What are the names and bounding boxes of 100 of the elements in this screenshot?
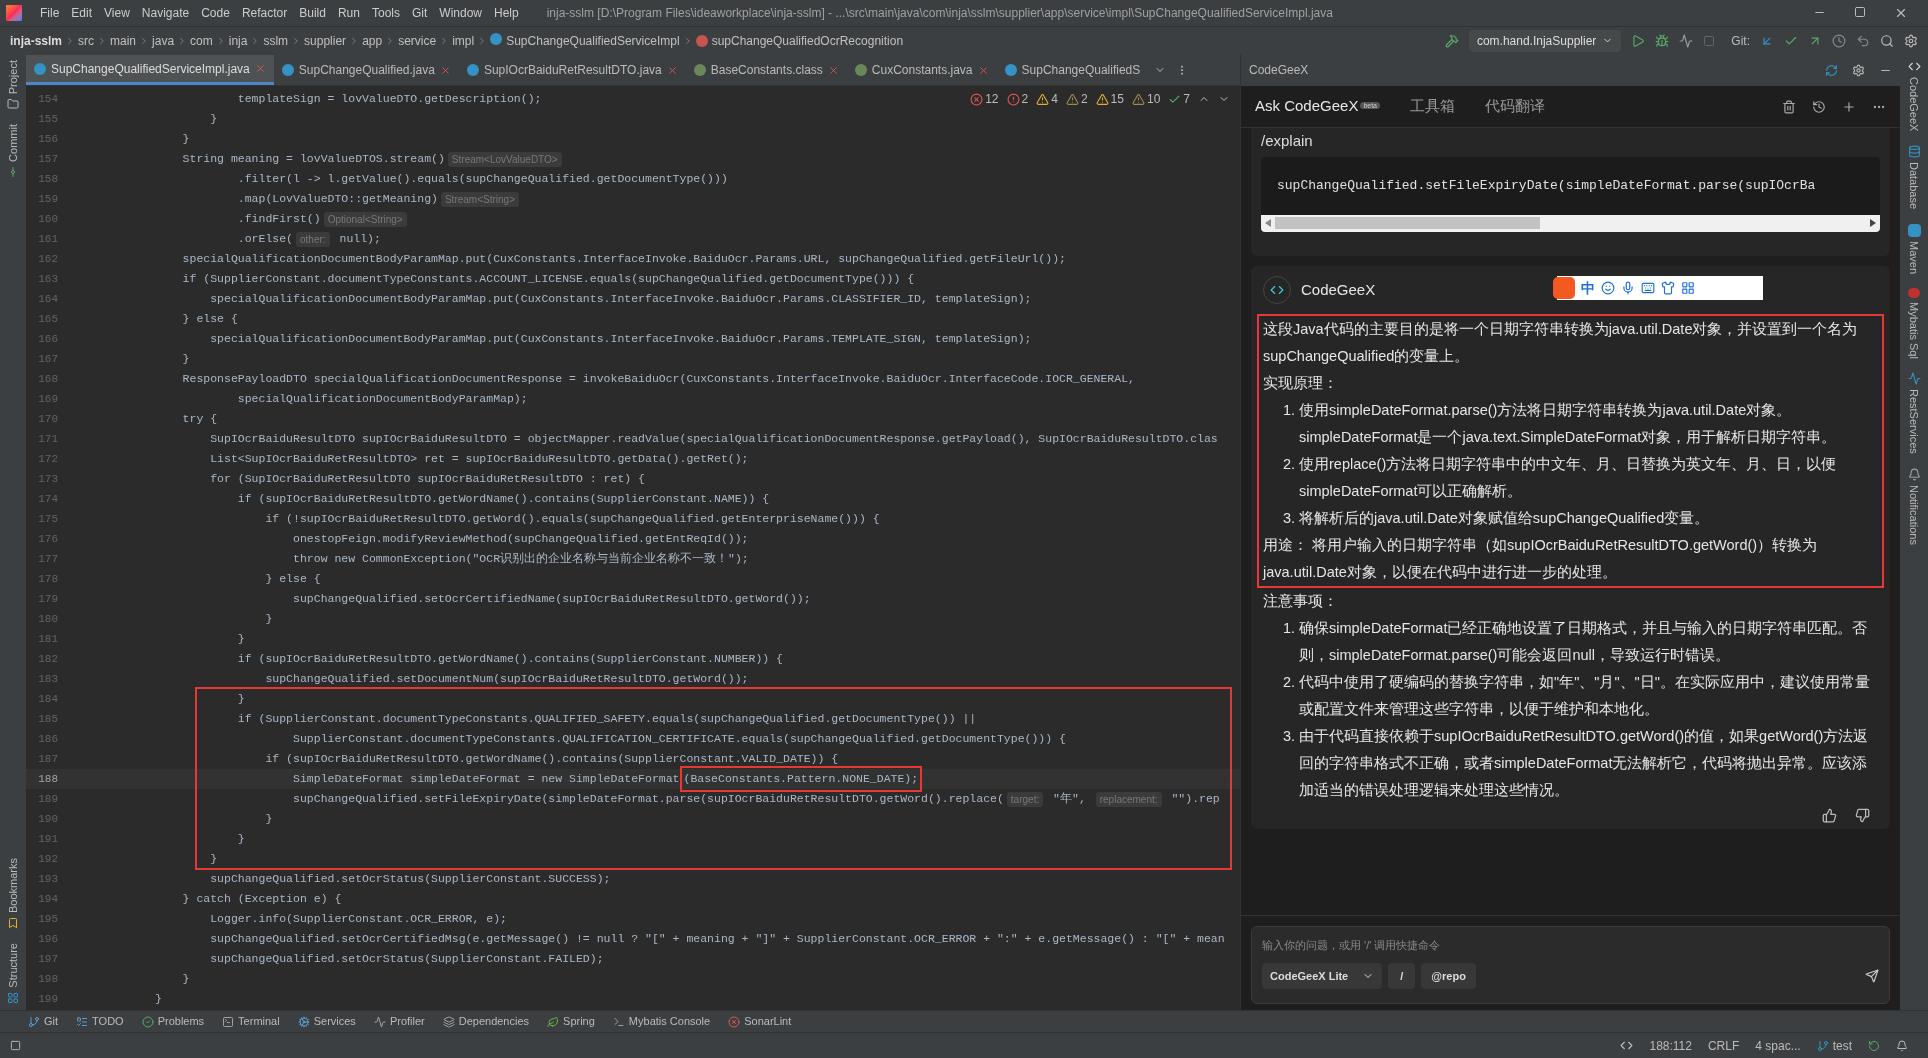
question-field[interactable]: 输入你的问题，或用 '/' 调用快捷命令 <box>1262 935 1879 955</box>
tool-window-tab[interactable]: Notifications <box>1905 485 1923 546</box>
breadcrumb-item[interactable]: main <box>110 31 137 50</box>
caret-position[interactable]: 188:112 <box>1649 1036 1692 1055</box>
history-icon[interactable] <box>1812 99 1826 114</box>
breadcrumb-item[interactable]: sslm <box>263 31 289 50</box>
chat-input[interactable]: 输入你的问题，或用 '/' 调用快捷命令 CodeGeeX Lite / @repo <box>1251 926 1890 1004</box>
code-icon[interactable] <box>1620 1039 1634 1052</box>
menu-item[interactable]: Window <box>433 4 488 22</box>
breadcrumb-item[interactable]: com <box>190 31 213 50</box>
hammer-icon[interactable] <box>1444 33 1459 48</box>
menu-item[interactable]: Run <box>331 4 366 22</box>
menu-item[interactable]: Code <box>195 4 236 22</box>
delete-icon[interactable] <box>1782 99 1796 114</box>
rollback-icon[interactable] <box>1856 33 1870 48</box>
editor-tab[interactable]: SupChangeQualifiedServiceImpl.java <box>26 55 274 85</box>
inspection-count[interactable]: 7 <box>1183 90 1190 108</box>
assistant-tab[interactable]: 代码翻译 <box>1485 95 1545 118</box>
breadcrumb-item[interactable]: src <box>78 31 95 50</box>
inspection-count[interactable]: 12 <box>985 90 999 108</box>
breadcrumb-item[interactable]: app <box>362 31 383 50</box>
tool-window-tab[interactable]: Structure <box>4 943 22 988</box>
breadcrumb-item[interactable]: java <box>152 31 175 50</box>
menu-item[interactable]: View <box>98 4 136 22</box>
menu-item[interactable]: Build <box>293 4 332 22</box>
close-icon[interactable] <box>827 64 839 76</box>
editor-tab[interactable]: SupIOcrBaiduRetResultDTO.java <box>458 55 686 85</box>
menu-item[interactable]: Tools <box>365 4 406 22</box>
breadcrumb-item[interactable]: impl <box>452 31 475 50</box>
inspection-count[interactable]: 4 <box>1051 90 1058 108</box>
close-icon[interactable] <box>977 64 989 76</box>
tool-window-button[interactable]: Terminal <box>238 1013 280 1030</box>
search-icon[interactable] <box>1880 33 1894 48</box>
editor-tab[interactable]: SupChangeQualified.java <box>273 55 459 85</box>
editor-tab[interactable]: SupChangeQualifiedS <box>996 55 1149 85</box>
tool-window-button[interactable]: Services <box>313 1013 356 1030</box>
editor-tab[interactable]: BaseConstants.class <box>685 55 847 85</box>
git-branch[interactable]: test <box>1832 1036 1852 1055</box>
debug-icon[interactable] <box>1655 33 1670 48</box>
tool-window-button[interactable]: Git <box>44 1013 59 1030</box>
menu-item[interactable]: Help <box>488 4 525 22</box>
tool-window-tab[interactable]: RestServices <box>1905 389 1923 455</box>
tool-window-button[interactable]: Profiler <box>389 1013 425 1030</box>
add-icon[interactable] <box>1842 99 1856 114</box>
scroll-right-icon[interactable] <box>1870 219 1876 227</box>
history-icon[interactable] <box>1832 33 1846 48</box>
inspection-count[interactable]: 2 <box>1080 90 1088 108</box>
notification-icon[interactable] <box>1896 1039 1908 1052</box>
inspection-count[interactable]: 10 <box>1146 90 1161 108</box>
run-config-dropdown[interactable]: com.hand.InjaSupplier <box>1468 29 1622 52</box>
breadcrumb-item[interactable]: supChangeQualifiedOcrRecognition <box>711 31 904 50</box>
menu-item[interactable]: File <box>34 4 66 22</box>
assistant-tab[interactable]: Ask CodeGeeX $^{beta}$ <box>1255 95 1380 118</box>
inspection-count[interactable]: 15 <box>1110 90 1124 108</box>
tool-window-button[interactable]: SonarLint <box>744 1013 792 1030</box>
line-number: 156 <box>37 131 58 147</box>
scroll-left-icon[interactable] <box>1265 219 1271 227</box>
menu-item[interactable]: Navigate <box>135 4 196 22</box>
tool-window-button[interactable]: TODO <box>92 1013 124 1030</box>
send-icon[interactable] <box>1865 969 1879 983</box>
tool-window-tab[interactable]: Mybatis Sql <box>1905 301 1923 359</box>
model-dropdown[interactable]: CodeGeeX Lite <box>1262 963 1383 989</box>
indent-setting[interactable]: 4 spac... <box>1755 1036 1801 1055</box>
menu-item[interactable]: Refactor <box>235 4 294 22</box>
tool-window-button[interactable]: Spring <box>563 1013 595 1030</box>
assistant-tab[interactable]: 工具箱 <box>1410 95 1455 118</box>
tool-window-tab[interactable]: Database <box>1905 162 1923 210</box>
settings-icon[interactable] <box>1904 33 1918 48</box>
close-icon[interactable] <box>666 64 678 76</box>
line-ending[interactable]: CRLF <box>1707 1036 1740 1055</box>
thumbs-down-icon[interactable] <box>1855 807 1870 823</box>
tool-window-tab[interactable]: Bookmarks <box>4 858 22 914</box>
inspection-count[interactable]: 2 <box>1021 90 1029 108</box>
repo-button[interactable]: @repo <box>1421 963 1476 989</box>
command-button[interactable]: / <box>1388 963 1416 989</box>
menu-item[interactable]: Git <box>405 4 434 22</box>
breadcrumb-item[interactable]: inja <box>228 31 248 50</box>
tool-window-tab[interactable]: Commit <box>4 124 22 163</box>
layout-icon[interactable] <box>10 1040 21 1051</box>
maximize-icon[interactable] <box>1854 6 1866 18</box>
editor-tab[interactable]: CuxConstants.java <box>846 55 997 85</box>
thumbs-up-icon[interactable] <box>1822 807 1837 823</box>
breadcrumb-item[interactable]: service <box>398 31 437 50</box>
breadcrumb-item[interactable]: supplier <box>304 31 347 50</box>
settings-icon[interactable] <box>1852 63 1865 77</box>
breadcrumb-item[interactable]: inja-sslm <box>10 31 63 50</box>
close-icon[interactable] <box>439 64 451 76</box>
menu-item[interactable]: Edit <box>65 4 99 22</box>
refresh-icon[interactable] <box>1825 63 1838 77</box>
tool-window-button[interactable]: Problems <box>157 1013 205 1030</box>
tool-window-button[interactable]: Mybatis Console <box>628 1013 711 1030</box>
tool-window-tab[interactable]: CodeGeeX <box>1905 77 1923 132</box>
tool-window-tab[interactable]: Maven <box>1905 240 1923 274</box>
close-icon[interactable] <box>1894 6 1908 20</box>
run-icon[interactable] <box>1631 33 1646 48</box>
tool-window-button[interactable]: Dependencies <box>458 1013 530 1030</box>
tool-window-tab[interactable]: Project <box>4 60 22 95</box>
breadcrumb-item[interactable]: SupChangeQualifiedServiceImpl <box>506 31 680 50</box>
horizontal-scrollbar[interactable] <box>1261 214 1880 232</box>
profile-icon[interactable] <box>1679 33 1694 48</box>
